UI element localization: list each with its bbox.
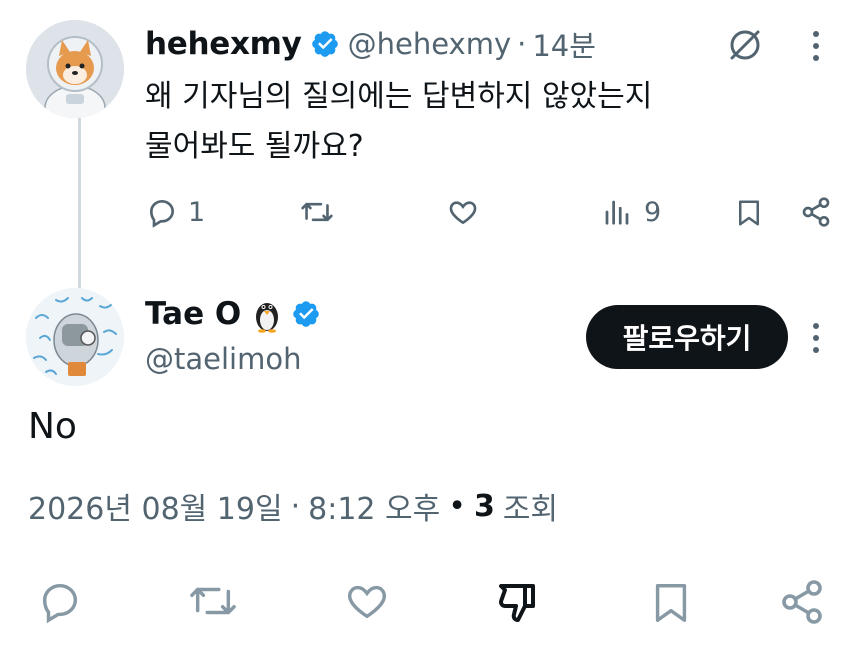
bookmark-icon xyxy=(655,584,687,622)
tweet2-like-button[interactable] xyxy=(342,578,392,624)
tweet2-reply-button[interactable] xyxy=(36,578,84,624)
follow-button[interactable]: 팔로우하기 xyxy=(586,305,788,369)
bookmark-icon xyxy=(739,200,759,226)
tweet2-body: No xyxy=(28,406,77,447)
views-icon xyxy=(605,200,629,225)
tweet1-retweet-button[interactable] xyxy=(300,196,334,228)
retweet-icon xyxy=(301,202,333,222)
tweet1-handle[interactable]: @hehexmy xyxy=(348,27,512,61)
retweet-icon xyxy=(190,587,236,615)
tweet2-retweet-button[interactable] xyxy=(186,578,240,624)
tweet2-date[interactable]: 2026년 08월 19일 xyxy=(28,484,283,528)
tweet2-share-button[interactable] xyxy=(778,578,826,626)
tweet1-view-count: 9 xyxy=(644,196,662,228)
dislike-icon xyxy=(499,584,535,622)
tweet1-like-button[interactable] xyxy=(446,196,480,228)
tweet2-meta: 2026년 08월 19일 · 8:12 오후 • 3 조회 xyxy=(28,484,558,528)
tweet1-views-button[interactable]: 9 xyxy=(602,196,661,228)
tweet2-dislike-button[interactable] xyxy=(494,578,544,626)
tweet2-views-count: 3 xyxy=(473,488,495,524)
tweet2-views-label: 조회 xyxy=(502,492,559,527)
more-icon[interactable] xyxy=(804,26,828,66)
like-icon xyxy=(449,201,477,225)
tweet1-body-line2: 물어봐도 될까요? xyxy=(145,129,364,164)
grok-icon[interactable] xyxy=(724,24,766,66)
tweet1-share-button[interactable] xyxy=(800,196,832,228)
tweet1-action-bar: 1 9 xyxy=(0,190,864,240)
verified-badge-icon xyxy=(293,301,320,327)
tweet1-body: 왜 기자님의 질의에는 답변하지 않았는지 물어봐도 될까요? xyxy=(145,72,745,172)
tweet1-bookmark-button[interactable] xyxy=(734,196,764,230)
verified-badge-icon xyxy=(311,31,338,57)
tweet2-time[interactable]: 8:12 오후 xyxy=(308,484,440,528)
tweet1-reply-count: 1 xyxy=(188,196,206,228)
share-icon xyxy=(782,580,822,624)
penguin-icon xyxy=(256,303,279,333)
tweet2-display-name[interactable]: Tae O xyxy=(145,296,241,332)
meta-separator: · xyxy=(290,488,301,524)
meta-bullet: • xyxy=(448,488,466,524)
tweet2-action-bar xyxy=(0,572,864,632)
tweet1-body-line1: 왜 기자님의 질의에는 답변하지 않았는지 xyxy=(145,79,653,114)
avatar-hehexmy[interactable] xyxy=(26,20,124,118)
more-icon[interactable] xyxy=(804,318,828,358)
tweet1-reply-button[interactable]: 1 xyxy=(146,196,205,228)
avatar-taelimoh[interactable] xyxy=(26,288,124,386)
tweet1-timestamp[interactable]: 14분 xyxy=(532,23,596,65)
share-icon xyxy=(802,197,830,227)
tweet2-handle[interactable]: @taelimoh xyxy=(145,342,301,376)
reply-icon xyxy=(42,583,78,624)
reply-icon xyxy=(149,199,175,228)
tweet1-display-name[interactable]: hehexmy xyxy=(145,26,302,62)
tweet2-bookmark-button[interactable] xyxy=(648,578,694,628)
like-icon xyxy=(348,585,386,619)
tweet1-separator: · xyxy=(517,27,527,61)
